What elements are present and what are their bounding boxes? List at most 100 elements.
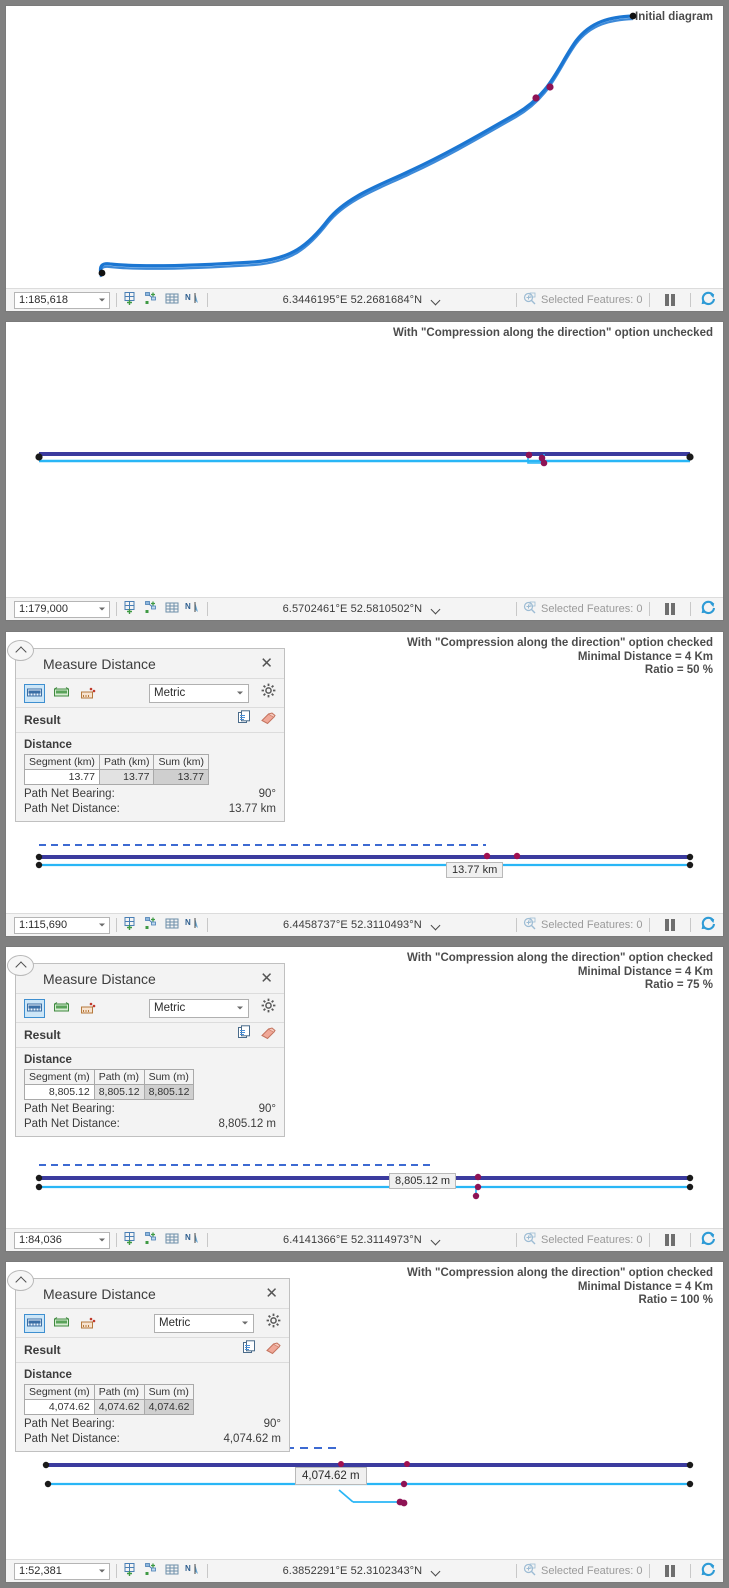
selected-features-label-5: Selected Features: 0 [540,1565,643,1577]
scale-dropdown-caret-1[interactable] [99,298,105,302]
bearing-row-3: Path Net Bearing: 90° [24,788,276,800]
scale-input-4[interactable]: 1:84,036 [14,1231,110,1249]
chevron-down-icon[interactable] [242,1321,248,1325]
chevron-down-icon[interactable] [432,1567,441,1576]
scale-dropdown-caret-5[interactable] [99,1569,105,1573]
new-layout-icon[interactable] [123,916,138,934]
chevron-down-icon[interactable] [237,1006,243,1010]
new-layout-icon[interactable] [123,1562,138,1580]
close-icon[interactable]: ✕ [263,1286,280,1301]
scale-dropdown-caret-4[interactable] [99,1238,105,1242]
scale-dropdown-caret-3[interactable] [99,923,105,927]
eraser-icon[interactable] [260,1026,276,1045]
status-bar-4: 1:84,036 N 6.4141366°E 52.3114973°N Sele… [6,1228,723,1251]
grid-icon[interactable] [165,1563,179,1580]
measure-distance-icon[interactable] [24,998,45,1018]
refresh-icon[interactable] [700,1562,716,1581]
north-arrow-icon[interactable]: N [185,291,201,309]
add-diagram-icon[interactable] [144,291,159,309]
zoom-to-selected-icon[interactable] [523,1563,537,1580]
add-diagram-icon[interactable] [144,1231,159,1249]
close-icon[interactable]: ✕ [258,656,275,671]
measure-feature-icon[interactable] [78,1314,99,1333]
north-arrow-icon[interactable]: N [185,916,201,934]
cell-path-4: 8,805.12 [93,1084,145,1100]
copy-icon[interactable] [237,710,252,730]
status-divider [690,293,691,307]
measure-area-icon[interactable] [51,684,72,703]
add-diagram-icon[interactable] [144,600,159,618]
measure-distance-dialog-3[interactable]: Measure Distance ✕ Metric Result Distanc… [7,640,285,822]
close-icon[interactable]: ✕ [258,971,275,986]
zoom-to-selected-icon[interactable] [523,601,537,618]
measure-area-icon[interactable] [51,1314,72,1333]
measure-distance-icon[interactable] [24,683,45,703]
collapse-chevron-icon[interactable] [7,1270,34,1291]
eraser-icon[interactable] [260,711,276,730]
scale-input-2[interactable]: 1:179,000 [14,600,110,618]
measure-area-icon[interactable] [51,999,72,1018]
scale-input-3[interactable]: 1:115,690 [14,916,110,934]
pause-icon[interactable] [664,603,675,615]
chevron-down-icon[interactable] [432,296,441,305]
refresh-icon[interactable] [700,1231,716,1250]
measure-distance-icon[interactable] [24,1313,45,1333]
pause-icon[interactable] [664,294,675,306]
unit-select-3[interactable]: Metric [149,683,249,703]
collapse-chevron-icon[interactable] [7,955,34,976]
add-diagram-icon[interactable] [144,1562,159,1580]
measure-feature-icon[interactable] [78,684,99,703]
collapse-chevron-icon[interactable] [7,640,34,661]
zoom-to-selected-icon[interactable] [523,292,537,309]
copy-icon[interactable] [237,1025,252,1045]
north-arrow-icon[interactable]: N [185,1562,201,1580]
pause-icon[interactable] [664,1234,675,1246]
copy-icon[interactable] [242,1340,257,1360]
status-bar-1: 1:185,618 N 6.3446195°E 52.2681684°N Sel… [6,288,723,311]
measure-distance-dialog-5[interactable]: Measure Distance ✕ Metric Result Distanc… [7,1270,290,1452]
initial-diagram-graphic [98,12,637,278]
chevron-down-icon[interactable] [237,691,243,695]
table-header-row: Segment (km) Path (km) Sum (km) [24,754,209,770]
map-canvas-1[interactable]: Initial diagram [6,6,723,288]
gear-icon[interactable] [266,1313,281,1333]
gear-icon[interactable] [261,683,276,703]
north-arrow-icon[interactable]: N [185,600,201,618]
refresh-icon[interactable] [700,600,716,619]
pause-icon[interactable] [664,1565,675,1577]
new-layout-icon[interactable] [123,291,138,309]
add-diagram-icon[interactable] [144,916,159,934]
scale-input-1[interactable]: 1:185,618 [14,291,110,309]
eraser-icon[interactable] [265,1341,281,1360]
zoom-to-selected-icon[interactable] [523,917,537,934]
grid-icon[interactable] [165,1232,179,1249]
measure-feature-icon[interactable] [78,999,99,1018]
chevron-down-icon[interactable] [432,605,441,614]
coordinate-value-3: 6.4458737°E 52.3110493°N [282,919,422,932]
new-layout-icon[interactable] [123,1231,138,1249]
unit-select-4[interactable]: Metric [149,998,249,1018]
refresh-icon[interactable] [700,291,716,310]
status-bar-2: 1:179,000 N 6.5702461°E 52.5810502°N Sel… [6,597,723,620]
net-distance-row-4: Path Net Distance: 8,805.12 m [24,1118,276,1130]
scale-dropdown-caret-2[interactable] [99,607,105,611]
north-arrow-icon[interactable]: N [185,1231,201,1249]
measure-distance-dialog-4[interactable]: Measure Distance ✕ Metric Result Distanc… [7,955,285,1137]
pause-icon[interactable] [664,919,675,931]
refresh-icon[interactable] [700,916,716,935]
chevron-down-icon[interactable] [432,1236,441,1245]
unit-select-5[interactable]: Metric [154,1313,254,1333]
grid-icon[interactable] [165,292,179,309]
net-distance-row-3: Path Net Distance: 13.77 km [24,803,276,815]
grid-icon[interactable] [165,917,179,934]
chevron-down-icon[interactable] [432,921,441,930]
gear-icon[interactable] [261,998,276,1018]
status-icon-group-5: N [123,1562,201,1580]
zoom-to-selected-icon[interactable] [523,1232,537,1249]
col-sum-4: Sum (m) [143,1069,195,1085]
grid-icon[interactable] [165,601,179,618]
status-divider [648,1233,650,1247]
scale-input-5[interactable]: 1:52,381 [14,1562,110,1580]
new-layout-icon[interactable] [123,600,138,618]
map-canvas-2[interactable]: With "Compression along the direction" o… [6,322,723,597]
